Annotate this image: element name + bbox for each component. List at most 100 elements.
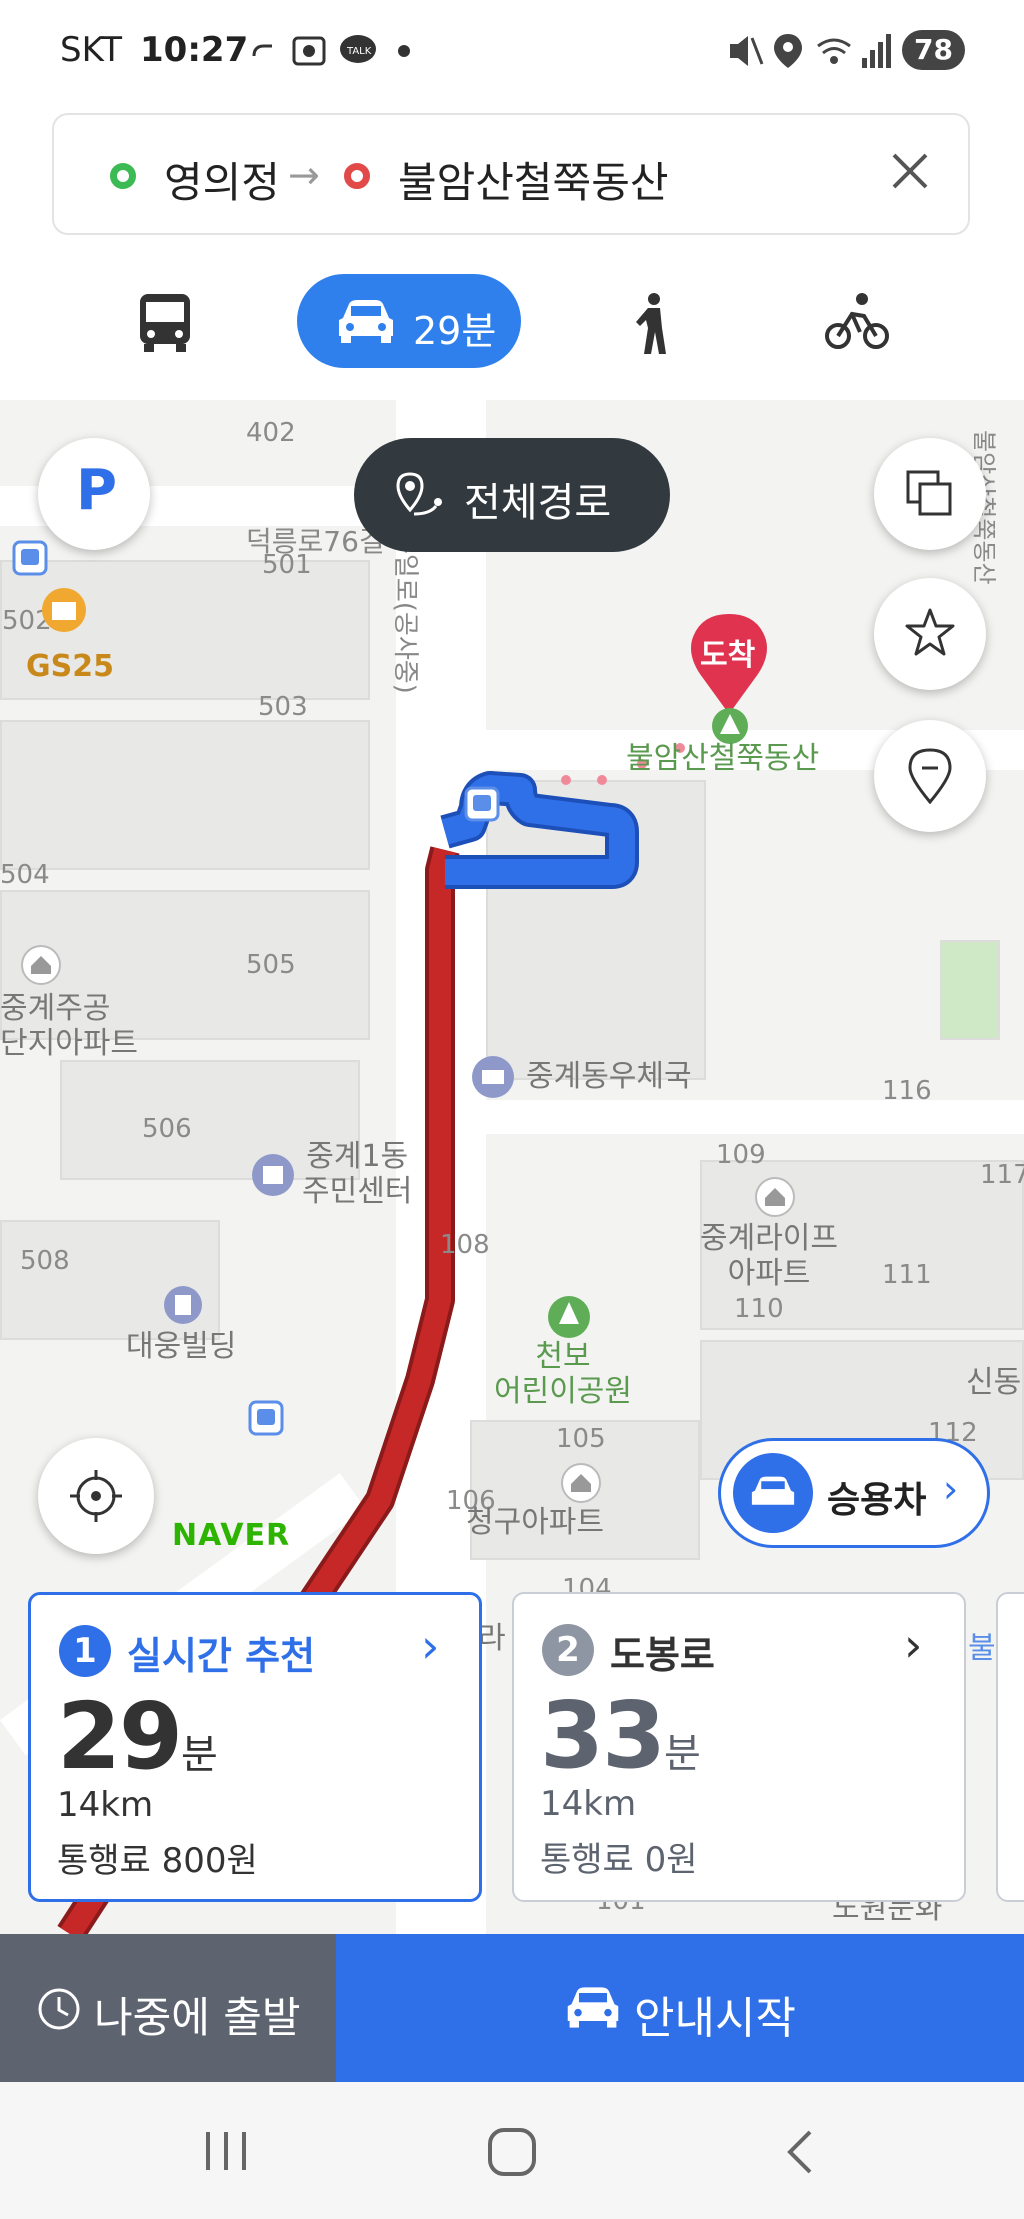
current-location-button[interactable] [38, 1438, 154, 1554]
route-toll: 통행료 800원 [57, 1841, 258, 1881]
system-navigation-bar [0, 2082, 1024, 2219]
destination-map-label[interactable]: 불암산철쭉동산 [626, 741, 819, 777]
road-label: 동일로(공사중) [390, 530, 420, 694]
poi-community-center[interactable]: 중계1동 주민센터 [302, 1139, 412, 1209]
full-route-label: 전체경로 [464, 480, 612, 526]
public-office-icon [250, 1152, 296, 1202]
arrival-label: 도착 [700, 638, 756, 673]
building-number: 402 [246, 418, 296, 448]
building-number: 111 [882, 1260, 932, 1290]
tab-car[interactable]: 29분 [297, 274, 521, 368]
naver-logo: NAVER [172, 1518, 291, 1553]
walk-tab-icon[interactable] [630, 292, 676, 360]
convenience-store-icon [40, 586, 88, 638]
transport-mode-tabs: 29분 [0, 262, 1024, 402]
full-route-button[interactable]: 전체경로 [354, 438, 670, 552]
parking-icon: P [76, 458, 118, 523]
svg-text:TALK: TALK [346, 46, 372, 57]
destination-dot-icon [344, 163, 370, 189]
route-search-box[interactable]: 영의정 → 불암산철쭉동산 [52, 113, 970, 235]
building-number: 506 [142, 1114, 192, 1144]
building-number: 110 [734, 1294, 784, 1324]
route-card-2[interactable]: 2 도봉로 › 33분 14km 통행료 0원 [512, 1592, 966, 1902]
back-icon[interactable] [780, 2126, 820, 2182]
route-card-peek[interactable] [996, 1592, 1024, 1902]
poi-park[interactable]: 천보 어린이공원 [494, 1339, 632, 1409]
poi-post-office[interactable]: 중계동우체국 [526, 1059, 692, 1095]
poi-sindong[interactable]: 신동 [966, 1365, 1021, 1401]
park-icon [546, 1294, 592, 1344]
vehicle-type-label: 승용차 [827, 1480, 927, 1521]
start-navigation-button[interactable]: 안내시작 [336, 1934, 1024, 2082]
poi-gs25[interactable]: GS25 [26, 649, 114, 685]
bicycle-tab-icon[interactable] [824, 292, 890, 358]
route-card-1[interactable]: 1 실시간 추천 › 29분 14km 통행료 800원 [28, 1592, 482, 1902]
depart-later-button[interactable]: 나중에 출발 [0, 1934, 336, 2082]
notification-icons: TALK [250, 30, 420, 76]
apartment-icon [20, 944, 62, 990]
arrow-right-icon: → [288, 153, 320, 197]
route-title: 도봉로 [610, 1633, 715, 1677]
location-pin-button[interactable] [874, 720, 986, 832]
poi-cheonggu-apartment[interactable]: 청구아파트 [466, 1505, 604, 1541]
crosshair-icon [68, 1468, 124, 1528]
building-number: 109 [716, 1140, 766, 1170]
status-bar: SKT 10:27 TALK 78 [0, 0, 1024, 100]
recent-apps-icon[interactable] [202, 2128, 250, 2178]
poi-apartment[interactable]: 중계주공 단지아파트 [0, 991, 138, 1061]
post-office-icon [470, 1054, 516, 1104]
route-distance: 14km [57, 1785, 154, 1825]
vehicle-type-button[interactable]: 승용차 › [718, 1438, 990, 1548]
building-number: 505 [246, 950, 296, 980]
route-title: 실시간 추천 [127, 1634, 316, 1678]
building-number: 108 [440, 1230, 490, 1260]
chevron-right-icon: › [943, 1467, 959, 1511]
favorite-button[interactable] [874, 578, 986, 690]
building-number: 117 [980, 1160, 1024, 1190]
car-badge-icon [733, 1453, 813, 1533]
car-icon [335, 298, 397, 348]
home-icon[interactable] [486, 2126, 538, 2182]
route-index-badge: 2 [542, 1624, 594, 1676]
origin-field[interactable]: 영의정 [164, 149, 280, 210]
building-icon [162, 1284, 204, 1330]
system-icons [726, 30, 896, 76]
parking-button[interactable]: P [38, 438, 150, 550]
close-icon[interactable] [884, 145, 936, 201]
poi-daewoong-building[interactable]: 대웅빌딩 [126, 1329, 236, 1365]
building-number: 503 [258, 692, 308, 722]
apartment-icon [754, 1176, 796, 1222]
route-duration: 29분 [57, 1683, 218, 1790]
building-number: 504 [0, 860, 50, 890]
route-distance: 14km [540, 1784, 637, 1824]
carrier-label: SKT [60, 30, 123, 70]
route-index-badge: 1 [59, 1625, 111, 1677]
destination-pin[interactable]: 도착 [686, 610, 772, 720]
star-icon [904, 606, 956, 662]
destination-field[interactable]: 불암산철쭉동산 [398, 149, 668, 210]
poi-ra: 라 [478, 1621, 506, 1656]
bus-stop-icon [464, 786, 500, 826]
layers-button[interactable] [874, 438, 986, 550]
bus-stop-icon [12, 540, 48, 580]
route-toll: 통행료 0원 [540, 1840, 698, 1880]
clock-icon [36, 1986, 82, 2036]
car-icon [564, 1984, 622, 2034]
origin-dot-icon [110, 163, 136, 189]
poi-apartment-life[interactable]: 중계라이프 아파트 [700, 1221, 838, 1291]
chevron-right-icon: › [421, 1619, 440, 1673]
route-duration: 33분 [540, 1682, 701, 1789]
layers-icon [904, 468, 956, 524]
bus-stop-icon [248, 1400, 284, 1440]
start-navigation-label: 안내시작 [634, 1993, 796, 2044]
apartment-icon [560, 1462, 602, 1508]
battery-indicator: 78 [902, 30, 965, 70]
building-number: 116 [882, 1076, 932, 1106]
chevron-right-icon: › [904, 1618, 923, 1672]
bus-tab-icon[interactable] [136, 292, 194, 358]
building-number: 105 [556, 1424, 606, 1454]
clock: 10:27 [140, 30, 249, 70]
poi-bul: 불 [968, 1631, 996, 1666]
location-pin-icon [906, 746, 954, 808]
depart-later-label: 나중에 출발 [94, 1993, 301, 2042]
